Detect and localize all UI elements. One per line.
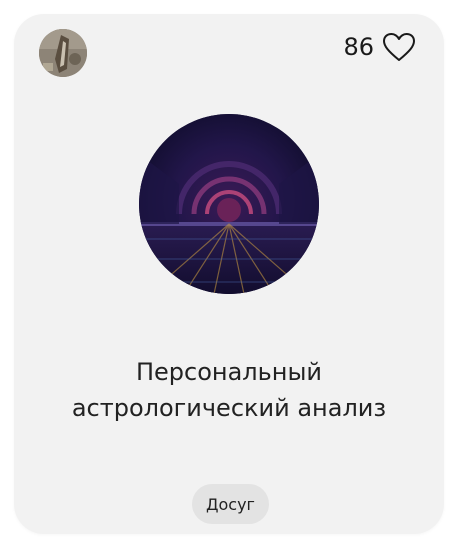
heart-icon[interactable] xyxy=(382,32,416,62)
likes-count: 86 xyxy=(343,33,374,61)
content-card[interactable]: 86 Персональный астрологический анализ Д… xyxy=(14,14,444,534)
author-avatar[interactable] xyxy=(39,29,87,77)
category-tag[interactable]: Досуг xyxy=(192,484,269,524)
card-title: Персональный астрологический анализ xyxy=(71,358,387,422)
cover-image xyxy=(139,114,319,294)
like-control[interactable]: 86 xyxy=(343,32,416,62)
